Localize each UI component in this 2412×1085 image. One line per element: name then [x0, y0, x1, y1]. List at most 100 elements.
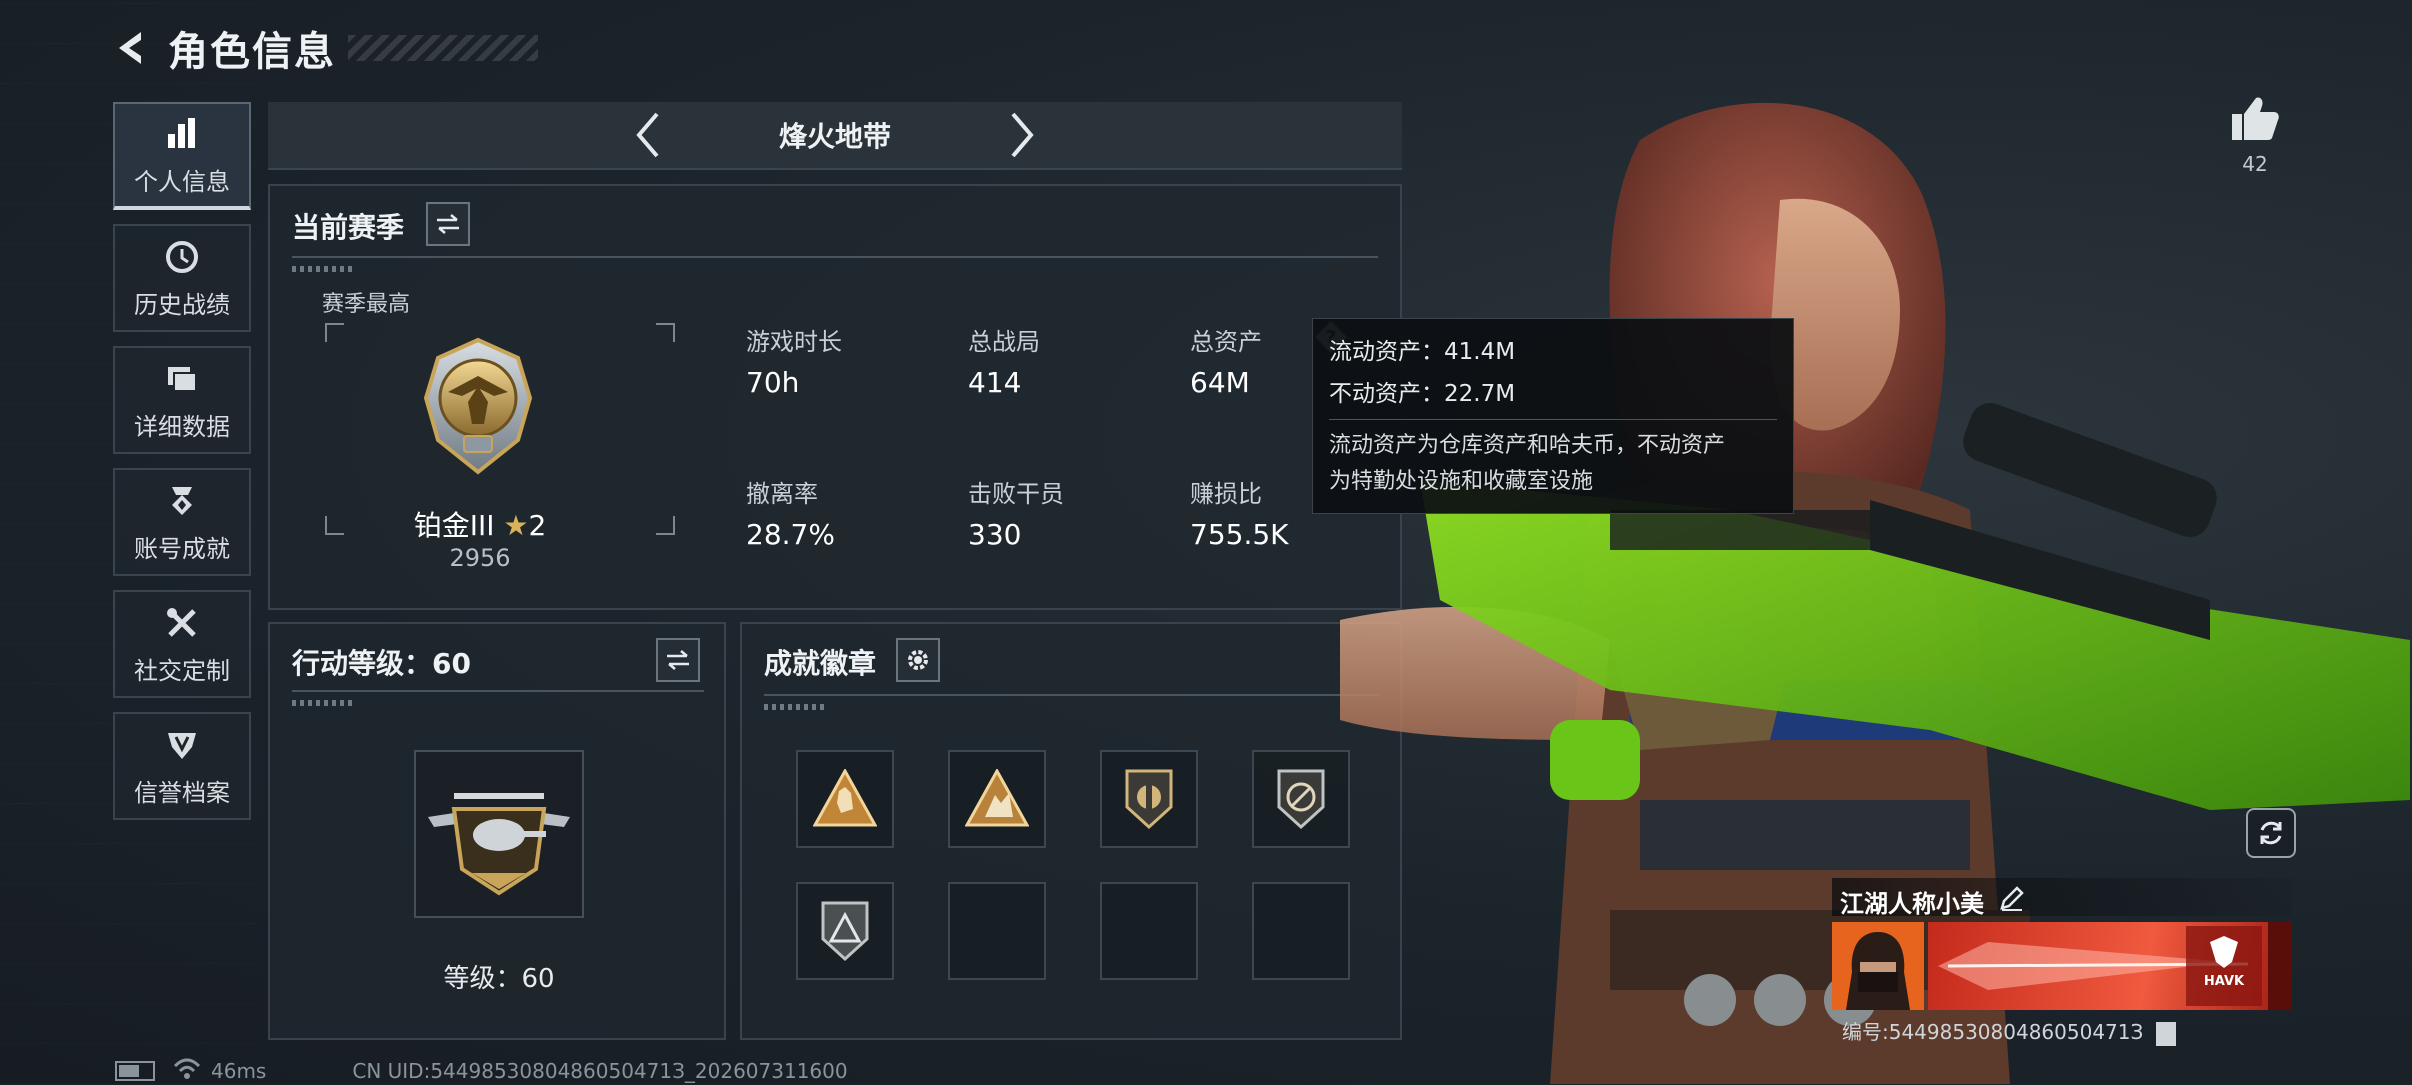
nav-label: 社交定制 — [134, 656, 230, 685]
nav-item-detail-data[interactable]: 详细数据 — [113, 346, 251, 454]
star-icon: ★ — [503, 509, 529, 542]
nav-label: 历史战绩 — [134, 290, 230, 319]
stat-label-playtime: 游戏时长 — [746, 328, 842, 356]
nav-label: 账号成就 — [134, 534, 230, 563]
achievement-badges-panel: 成就徽章 — [740, 622, 1402, 1040]
stat-value-matches: 414 — [968, 366, 1022, 399]
tooltip-desc-line1: 流动资产为仓库资产和哈夫币，不动资产 — [1329, 433, 1726, 458]
badges-settings-button[interactable] — [896, 638, 940, 682]
status-bar: 46ms CN UID:5449853080486050471З_2026073… — [115, 1058, 848, 1084]
badge-slot-1[interactable] — [796, 750, 894, 848]
level-text: 等级：60 — [443, 964, 555, 994]
folders-icon — [162, 359, 202, 399]
wifi-icon — [173, 1058, 201, 1085]
rank-name-row: 铂金III ★2 — [370, 504, 590, 544]
edit-name-button[interactable] — [1998, 884, 2028, 914]
tooltip-fixed-assets: 不动资产：22.7M — [1329, 381, 1516, 407]
shield-badge-icon — [162, 725, 202, 765]
stat-value-kills: 330 — [968, 518, 1022, 551]
badge-slot-6-empty[interactable] — [948, 882, 1046, 980]
stat-label-profit-ratio: 赚损比 — [1190, 480, 1262, 508]
hand-triangle-badge-icon — [813, 769, 877, 827]
nav-item-social-custom[interactable]: 社交定制 — [113, 590, 251, 698]
assets-tooltip: 流动资产：41.4M 不动资产：22.7M 流动资产为仓库资产和哈夫币，不动资产… — [1312, 318, 1794, 514]
stat-label-extract-rate: 撤离率 — [746, 480, 818, 508]
divider — [764, 694, 1380, 696]
triangle-shield-badge-icon — [821, 901, 869, 962]
copy-icon[interactable] — [2155, 1021, 2176, 1046]
like-button[interactable]: 42 — [2220, 96, 2290, 176]
mode-switch-bar: 烽火地带 — [268, 102, 1402, 170]
season-best-label: 赛季最高 — [322, 292, 411, 317]
clock-history-icon — [162, 237, 202, 277]
nav-item-history[interactable]: 历史战绩 — [113, 224, 251, 332]
action-level-panel: 行动等级：60 等级：60 — [268, 622, 726, 1040]
tooltip-desc-line2: 为特勤处设施和收藏室设施 — [1329, 469, 1594, 494]
page-title: 角色信息 — [168, 29, 336, 75]
mode-next-button[interactable] — [992, 102, 1052, 168]
divider-dots — [292, 700, 352, 706]
ping-text: 46ms — [211, 1059, 267, 1083]
medal-icon — [162, 481, 202, 521]
swap-arrows-icon — [667, 650, 689, 670]
season-switch-button[interactable] — [426, 202, 470, 246]
stat-label-assets: 总资产 — [1190, 328, 1262, 356]
back-button[interactable] — [110, 25, 156, 71]
stat-value-profit-ratio: 755.5K — [1190, 518, 1289, 551]
badge-slot-7-empty[interactable] — [1100, 882, 1198, 980]
refresh-icon — [2260, 821, 2282, 845]
stat-value-extract-rate: 28.7% — [746, 518, 835, 551]
stat-value-playtime: 70h — [746, 366, 800, 399]
divider — [292, 256, 1378, 258]
season-panel: 当前赛季 赛季最高 铂金III ★2 2956 游戏时长 70h 总战局 414… — [268, 184, 1402, 610]
tools-icon — [162, 603, 202, 643]
uid-text: CN UID:5449853080486050471З_202607311600 — [352, 1059, 848, 1083]
platinum-rank-emblem-icon — [423, 337, 533, 475]
player-nameplate[interactable]: HAVK — [1928, 922, 2292, 1010]
back-arrow-icon — [119, 32, 141, 64]
stat-value-assets: 64M — [1190, 366, 1250, 399]
mode-prev-button[interactable] — [618, 102, 678, 168]
stat-label-kills: 击败干员 — [968, 480, 1064, 508]
action-level-switch-button[interactable] — [656, 638, 700, 682]
nameplate-graphic — [1938, 922, 2292, 1010]
like-count: 42 — [2242, 152, 2268, 176]
shield-emblem-badge-icon — [1125, 769, 1173, 830]
helicopter-level-emblem-icon — [428, 793, 570, 896]
rank-name: 铂金III — [413, 509, 495, 542]
climber-triangle-badge-icon — [965, 769, 1029, 827]
badge-slot-3[interactable] — [1100, 750, 1198, 848]
battery-icon — [115, 1061, 155, 1081]
swap-arrows-icon — [437, 214, 459, 234]
badge-slot-5[interactable] — [796, 882, 894, 980]
divider-dots — [292, 266, 352, 272]
player-id: 编号:5449853080486050471З — [1842, 1016, 2176, 1046]
badge-slot-2[interactable] — [948, 750, 1046, 848]
player-name: 江湖人称小美 — [1840, 890, 1984, 918]
tooltip-divider — [1329, 419, 1777, 420]
nav-item-profile[interactable]: 个人信息 — [113, 102, 251, 210]
pencil-icon — [2000, 886, 2024, 911]
divider — [292, 690, 704, 692]
page-header: 角色信息 — [110, 18, 538, 78]
chevron-right-icon — [1011, 112, 1034, 158]
nav-label: 信誉档案 — [134, 778, 230, 807]
rotate-character-button[interactable] — [2246, 808, 2296, 858]
badges-title: 成就徽章 — [764, 647, 877, 680]
player-name-card: 江湖人称小美 HAVK 编号:5449853080486050471З — [1832, 878, 2292, 1046]
nav-label: 详细数据 — [134, 412, 230, 441]
divider-dots — [764, 704, 824, 710]
action-level-title: 行动等级：60 — [292, 647, 471, 680]
thumbs-up-icon — [2232, 97, 2279, 140]
nav-item-reputation[interactable]: 信誉档案 — [113, 712, 251, 820]
nav-item-achievements[interactable]: 账号成就 — [113, 468, 251, 576]
bar-chart-icon — [162, 114, 202, 154]
mode-title: 烽火地带 — [778, 120, 891, 153]
gear-icon — [908, 650, 928, 670]
stat-label-matches: 总战局 — [968, 328, 1040, 356]
avatar-portrait-icon — [1846, 932, 1910, 1010]
nav-label: 个人信息 — [134, 167, 230, 196]
player-avatar[interactable] — [1832, 922, 1924, 1010]
rank-score: 2956 — [449, 544, 511, 572]
title-decoration — [348, 35, 538, 61]
